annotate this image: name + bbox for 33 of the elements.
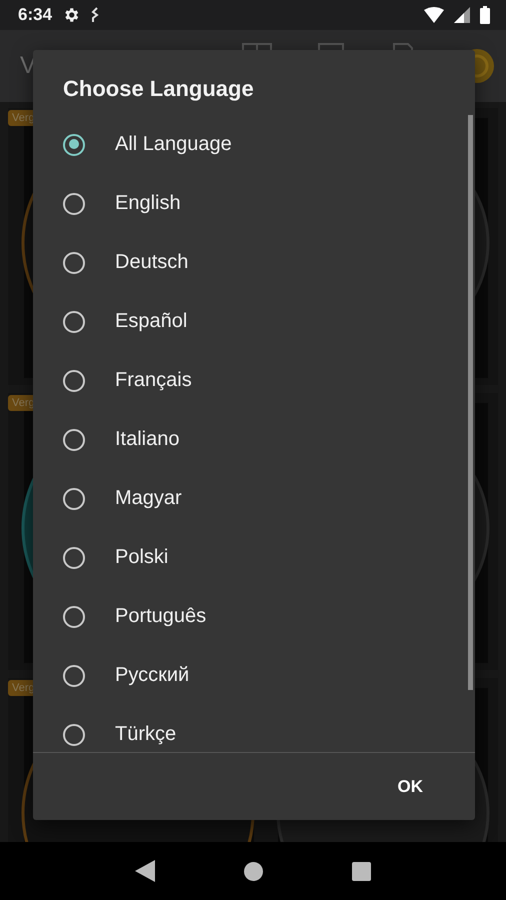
radio-button[interactable] bbox=[63, 192, 85, 214]
language-option[interactable]: Polski bbox=[115, 546, 168, 569]
language-option[interactable]: Français bbox=[115, 369, 192, 392]
radio-button[interactable] bbox=[63, 428, 85, 450]
language-option[interactable]: Español bbox=[115, 310, 188, 333]
radio-button[interactable] bbox=[63, 134, 85, 156]
language-option[interactable]: Türkçe bbox=[115, 723, 176, 746]
radio-button[interactable] bbox=[63, 488, 85, 510]
recents-icon[interactable] bbox=[352, 862, 372, 880]
language-option[interactable]: English bbox=[115, 192, 181, 215]
back-icon[interactable] bbox=[134, 860, 155, 882]
squiggle-icon bbox=[90, 7, 100, 23]
radio-button[interactable] bbox=[63, 724, 85, 746]
radio-button[interactable] bbox=[63, 606, 85, 628]
language-option[interactable]: Português bbox=[115, 605, 206, 628]
language-option[interactable]: Deutsch bbox=[115, 251, 188, 274]
radio-button[interactable] bbox=[63, 370, 85, 392]
wifi-icon bbox=[424, 7, 444, 23]
dialog-title: Choose Language bbox=[63, 76, 254, 101]
radio-button[interactable] bbox=[63, 664, 85, 686]
signal-icon bbox=[454, 7, 470, 23]
status-time: 6:34 bbox=[18, 5, 52, 25]
language-option[interactable]: Magyar bbox=[115, 487, 182, 510]
language-option[interactable]: All Language bbox=[115, 133, 232, 156]
home-icon[interactable] bbox=[244, 862, 263, 880]
language-option[interactable]: Русский bbox=[115, 664, 190, 687]
radio-button[interactable] bbox=[63, 546, 85, 568]
radio-button[interactable] bbox=[63, 310, 85, 332]
ok-button[interactable]: OK bbox=[386, 768, 435, 804]
battery-icon bbox=[480, 6, 490, 24]
language-option[interactable]: Italiano bbox=[115, 428, 180, 451]
scrollbar[interactable] bbox=[468, 115, 473, 690]
radio-button[interactable] bbox=[63, 252, 85, 274]
